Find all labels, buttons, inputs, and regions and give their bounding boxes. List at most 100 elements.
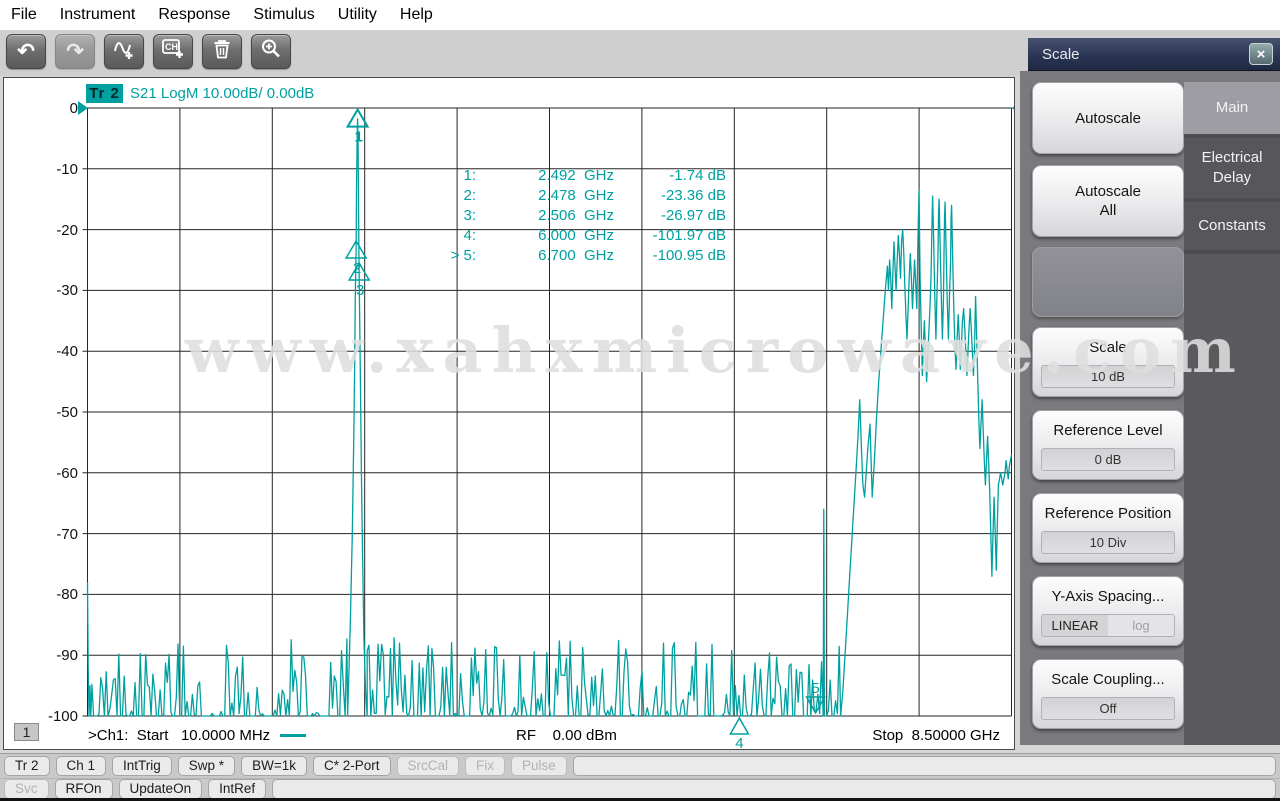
status-rfon[interactable]: RFOn <box>54 778 113 799</box>
redo-icon: ↷ <box>66 39 84 63</box>
scale-panel-title: Scale <box>1042 45 1080 63</box>
scale-button-label: Scale <box>1089 339 1127 356</box>
menu-item-instrument[interactable]: Instrument <box>60 6 136 24</box>
y-axis-spacing-button-label: Y-Axis Spacing... <box>1051 588 1165 605</box>
status-c-2-port[interactable]: C* 2-Port <box>312 756 391 776</box>
marker-readout-value: -100.95 dB <box>652 247 726 264</box>
undo-button[interactable]: ↶ <box>6 34 46 69</box>
status-srccal[interactable]: SrcCal <box>396 756 460 776</box>
blank-button <box>1032 247 1184 317</box>
y-axis-label: -20 <box>56 221 78 239</box>
scale-panel-tabs: Main Electrical Delay Constants <box>1184 82 1280 745</box>
status-bar-row-1: Tr 2 Ch 1 IntTrig Swp * BW=1k C* 2-Port SrcCal… <box>0 753 1280 778</box>
scale-coupling-button-value: Off <box>1041 697 1175 720</box>
y-axis-spacing-button-toggle[interactable]: LINEAR log <box>1041 614 1175 637</box>
status-updateon[interactable]: UpdateOn <box>118 778 203 799</box>
marker-5-number: 5 <box>811 680 819 697</box>
menu-item-stimulus[interactable]: Stimulus <box>253 6 314 24</box>
tab-constants[interactable]: Constants <box>1184 202 1280 254</box>
marker-readout-freq: 2.492 GHz <box>538 167 614 184</box>
reference-position-button-label: Reference Position <box>1044 505 1172 522</box>
y-axis-label: -10 <box>56 160 78 178</box>
stimulus-bar: 1 >Ch1: Start 10.0000 MHz RF 0.00 dBm St… <box>4 723 1014 747</box>
status-swp-[interactable]: Swp * <box>177 756 236 776</box>
scale-coupling-button[interactable]: Scale Coupling... Off <box>1032 659 1184 729</box>
status-svc[interactable]: Svc <box>4 778 49 799</box>
marker-readout-freq: 2.506 GHz <box>538 207 614 224</box>
menu-item-utility[interactable]: Utility <box>338 6 377 24</box>
marker-readout-row: 1: 2.492 GHz -1.74 dB <box>432 166 726 186</box>
undo-icon: ↶ <box>17 39 35 63</box>
status-ch-1[interactable]: Ch 1 <box>55 756 107 776</box>
delete-icon <box>210 37 234 66</box>
trace-badge[interactable]: Tr 2 <box>86 84 123 103</box>
status-pulse[interactable]: Pulse <box>511 756 567 776</box>
marker-readout-table: 1: 2.492 GHz -1.74 dB 2: 2.478 GHz -23.36 dB 3… <box>432 166 726 266</box>
y-axis-spacing-button-option-linear[interactable]: LINEAR <box>1042 615 1108 636</box>
y-axis-label: -60 <box>56 464 78 482</box>
y-axis-label: -70 <box>56 525 78 543</box>
status-bw-1k[interactable]: BW=1k <box>241 756 307 776</box>
reference-level-button[interactable]: Reference Level 0 dB <box>1032 410 1184 480</box>
status-tr-2[interactable]: Tr 2 <box>4 756 50 776</box>
scale-button-value: 10 dB <box>1041 365 1175 388</box>
reference-position-indicator-left[interactable] <box>78 101 88 115</box>
marker-readout-freq: 6.700 GHz <box>538 247 614 264</box>
channel-number-box[interactable]: 1 <box>14 723 39 741</box>
stop-frequency-label: Stop 8.50000 GHz <box>872 727 1000 744</box>
zoom-button[interactable] <box>251 34 291 69</box>
reference-position-button-value: 10 Div <box>1041 531 1175 554</box>
marker-3-number: 3 <box>356 282 364 299</box>
redo-button[interactable]: ↷ <box>55 34 95 69</box>
marker-readout-value: -101.97 dB <box>652 227 726 244</box>
scale-coupling-button-label: Scale Coupling... <box>1051 671 1165 688</box>
y-axis-label: -80 <box>56 586 78 604</box>
marker-readout-id: 2: <box>463 187 476 204</box>
trace-color-key <box>280 734 306 737</box>
y-axis-label: 0 <box>69 100 78 117</box>
marker-readout-freq: 6.000 GHz <box>538 227 614 244</box>
marker-readout-id: > 5: <box>450 247 476 264</box>
add-trace-button[interactable] <box>104 34 144 69</box>
menu-item-response[interactable]: Response <box>158 6 230 24</box>
add-channel-button[interactable]: CH <box>153 34 193 69</box>
y-axis-label: -40 <box>56 343 78 361</box>
zoom-icon <box>259 37 283 66</box>
marker-2-number: 2 <box>353 260 361 277</box>
start-frequency-label: >Ch1: Start 10.0000 MHz <box>88 727 271 744</box>
svg-text:CH: CH <box>165 42 178 52</box>
menu-item-file[interactable]: File <box>11 6 37 24</box>
autoscale-all-button[interactable]: Autoscale All <box>1032 165 1184 237</box>
marker-readout-value: -23.36 dB <box>660 187 726 204</box>
close-icon[interactable]: × <box>1249 43 1273 65</box>
autoscale-all-button-label: Autoscale All <box>1075 183 1141 219</box>
status-intref[interactable]: IntRef <box>208 778 267 799</box>
scale-panel-title-bar[interactable]: Scale × <box>1028 38 1280 71</box>
marker-readout-row: 3: 2.506 GHz -26.97 dB <box>432 206 726 226</box>
marker-readout-row: 2: 2.478 GHz -23.36 dB <box>432 186 726 206</box>
status-empty-field <box>572 756 1276 776</box>
status-fix[interactable]: Fix <box>465 756 506 776</box>
scale-panel-body: Autoscale Autoscale All Scale 10 dB Referenc… <box>1020 71 1280 745</box>
marker-readout-id: 4: <box>463 227 476 244</box>
menu-item-help[interactable]: Help <box>400 6 433 24</box>
y-axis-spacing-button[interactable]: Y-Axis Spacing... LINEAR log <box>1032 576 1184 646</box>
tab-main[interactable]: Main <box>1184 82 1280 138</box>
y-axis-spacing-button-option-log[interactable]: log <box>1108 615 1174 636</box>
reference-position-button[interactable]: Reference Position 10 Div <box>1032 493 1184 563</box>
autoscale-button[interactable]: Autoscale <box>1032 82 1184 154</box>
reference-level-button-label: Reference Level <box>1053 422 1163 439</box>
y-axis-label: -30 <box>56 282 78 300</box>
add-trace-icon <box>112 37 136 66</box>
marker-readout-value: -26.97 dB <box>660 207 726 224</box>
tab-electrical-delay[interactable]: Electrical Delay <box>1184 138 1280 202</box>
status-inttrig[interactable]: IntTrig <box>112 756 172 776</box>
marker-readout-id: 3: <box>463 207 476 224</box>
delete-button[interactable] <box>202 34 242 69</box>
marker-readout-id: 1: <box>463 167 476 184</box>
scale-button[interactable]: Scale 10 dB <box>1032 327 1184 397</box>
rf-power-label: RF 0.00 dBm <box>516 727 617 744</box>
scale-panel: Scale × Autoscale Autoscale All Scale 10 dB… <box>1020 38 1280 745</box>
y-axis-label: -90 <box>56 647 78 665</box>
reference-level-button-value: 0 dB <box>1041 448 1175 471</box>
